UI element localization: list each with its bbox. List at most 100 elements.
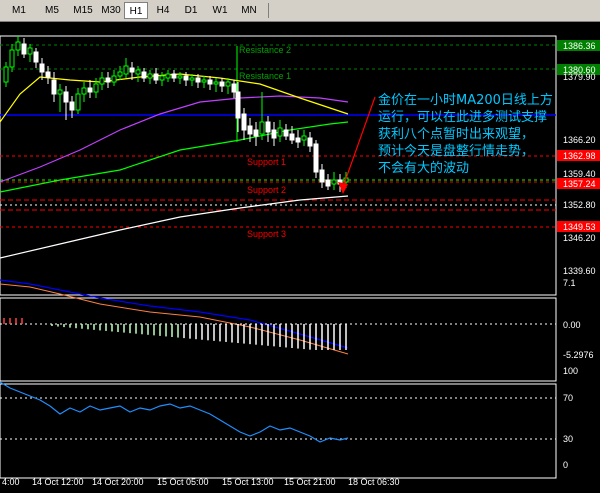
rsi-panel-border [0, 383, 557, 479]
candle-body [33, 51, 39, 63]
candle-body [235, 91, 241, 119]
resistance-2-label: Resistance 2 [239, 45, 291, 55]
candle-body [195, 77, 201, 83]
candle-body [57, 89, 63, 95]
candle-body [271, 129, 277, 139]
timeframe-m15[interactable]: M15 [68, 2, 98, 19]
candle-body [159, 75, 165, 81]
candle-body [111, 75, 117, 83]
candle-body [129, 67, 135, 73]
time-axis-label: 14 Oct 20:00 [92, 477, 144, 487]
candle-body [141, 71, 147, 79]
price-tag-1357: 1357.24 [563, 179, 596, 189]
candle-body [93, 83, 99, 93]
candle-body [27, 47, 33, 55]
candle-body [259, 121, 265, 135]
candle-body [117, 71, 123, 77]
candle-body [81, 87, 87, 95]
candle-body [319, 169, 325, 183]
annotation-line: 金价在一小时MA200日线上方 [378, 93, 553, 108]
candle-body [289, 133, 295, 141]
timeframe-h4[interactable]: H4 [150, 2, 176, 19]
annotation-text: 金价在一小时MA200日线上方 运行，可以在此进多测试支撑 获利八个点暂时出来观… [378, 92, 583, 177]
candle-body [39, 63, 45, 73]
time-axis-label: 14 Oct 12:00 [32, 477, 84, 487]
candle-body [165, 73, 171, 79]
candle-body [9, 49, 15, 68]
candle-body [147, 73, 153, 79]
candle-body [45, 71, 51, 78]
time-axis-label: 4:00 [2, 477, 20, 487]
candle-body [75, 93, 81, 111]
candle-body [63, 91, 69, 103]
candle-body [15, 41, 21, 51]
rsi-line [0, 381, 349, 443]
rsi-axis-label: 100 [563, 366, 578, 376]
timeframe-m30[interactable]: M30 [97, 2, 125, 19]
time-axis-label: 15 Oct 21:00 [284, 477, 336, 487]
candle-body [99, 77, 105, 85]
candle-body [105, 77, 111, 83]
candlesticks [3, 36, 349, 192]
price-axis-label: 1346.20 [563, 233, 596, 243]
rsi-axis-label: 30 [563, 434, 573, 444]
price-axis-label: 1352.80 [563, 200, 596, 210]
candle-body [231, 83, 237, 93]
candle-body [277, 127, 283, 137]
candle-body [325, 179, 331, 187]
candle-body [171, 73, 177, 79]
timeframe-h1[interactable]: H1 [124, 2, 148, 19]
annotation-arrow-line [342, 96, 376, 188]
candle-body [177, 75, 183, 79]
timeframe-d1[interactable]: D1 [178, 2, 204, 19]
macd-axis-label: 7.1 [563, 278, 576, 288]
macd-panel-border [0, 297, 557, 382]
support-2-label: Support 2 [247, 185, 286, 195]
timeframe-w1[interactable]: W1 [207, 2, 233, 19]
candle-body [189, 77, 195, 81]
support-3-label: Support 3 [247, 229, 286, 239]
candle-body [153, 73, 159, 81]
annotation-line: 获利八个点暂时出来观望， [378, 127, 535, 142]
macd-histogram [3, 318, 347, 350]
candle-body [331, 179, 337, 185]
annotation-line: 运行，可以在此进多测试支撑 [378, 110, 548, 125]
timeframe-toolbar: M1 M5 M15 M30 H1 H4 D1 W1 MN [0, 0, 600, 22]
candle-body [21, 43, 27, 55]
candle-body [87, 87, 93, 93]
candle-body [207, 79, 213, 85]
macd-axis-label: 0.00 [563, 320, 581, 330]
price-tag-1386: 1386.36 [563, 41, 596, 51]
candle-body [301, 135, 307, 141]
support-1-label: Support 1 [247, 157, 286, 167]
price-tag-1349: 1349.53 [563, 222, 596, 232]
candle-body [51, 79, 57, 95]
price-axis-label: 1379.90 [563, 72, 596, 82]
candle-body [183, 75, 189, 81]
candle-body [253, 129, 259, 137]
rsi-axis-label: 0 [563, 460, 568, 470]
candle-body [201, 79, 207, 83]
candle-body [219, 81, 225, 87]
candle-body [213, 81, 219, 85]
candle-body [225, 81, 231, 87]
candle-body [3, 66, 9, 83]
toolbar-separator [268, 3, 269, 18]
candle-body [247, 125, 253, 135]
candle-body [283, 129, 289, 137]
candle-body [265, 121, 271, 133]
time-axis-label: 15 Oct 13:00 [222, 477, 274, 487]
timeframe-mn[interactable]: MN [234, 2, 264, 19]
time-axis-label: 15 Oct 05:00 [157, 477, 209, 487]
macd-axis-label: -5.2976 [563, 350, 594, 360]
time-axis-label: 18 Oct 06:30 [348, 477, 400, 487]
candle-body [307, 137, 313, 147]
annotation-line: 不会有大的波动 [378, 161, 470, 176]
price-axis-label: 1339.60 [563, 266, 596, 276]
candle-body [135, 69, 141, 75]
candle-body [69, 101, 75, 111]
timeframe-m5[interactable]: M5 [37, 2, 67, 19]
timeframe-m1[interactable]: M1 [4, 2, 34, 19]
annotation-line: 预计今天是盘整行情走势， [378, 144, 535, 159]
candle-body [241, 113, 247, 131]
